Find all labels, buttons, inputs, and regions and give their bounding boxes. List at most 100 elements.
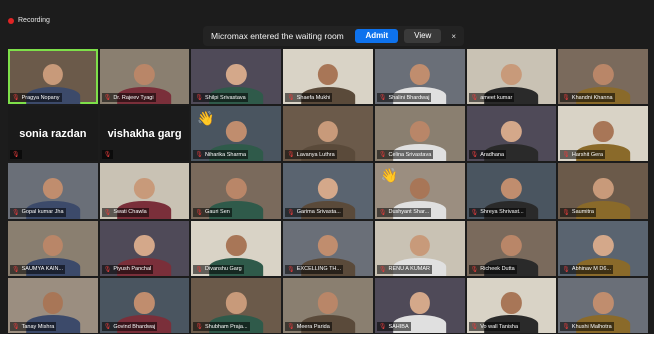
participant-name: RENU A KUMAR: [388, 266, 431, 273]
view-button[interactable]: View: [404, 29, 442, 43]
mic-muted-icon: 🎙: [470, 209, 479, 216]
participant-head: [134, 63, 155, 85]
participant-name: SAHIBA: [388, 323, 409, 330]
mic-muted-icon: 🎙: [287, 152, 295, 159]
participant-name-label: 🎙 Shubham Praja...: [193, 322, 250, 331]
participant-tile[interactable]: 🎙 Meera Parida: [283, 277, 373, 333]
mic-muted-icon: 🎙: [195, 152, 204, 159]
mic-muted-icon: 🎙: [562, 95, 570, 102]
participant-tile[interactable]: 👋 🎙 Niharika Sharma: [191, 106, 282, 162]
participant-tile[interactable]: 🎙 Pragya Nopany: [8, 49, 98, 105]
participant-name: Dr. Rajeev Tyagi: [113, 94, 154, 101]
participant-tile[interactable]: 👋 🎙 Dushyant Shar...: [374, 163, 465, 219]
participant-tile[interactable]: 🎙 Shaefa Mukhi: [283, 49, 373, 105]
mic-muted-icon: 🎙: [470, 266, 479, 273]
participant-tile[interactable]: 🎙 EXCELLING TH...: [283, 220, 373, 276]
mic-muted-icon: 🎙: [12, 152, 20, 159]
participant-head: [592, 292, 614, 314]
participant-tile[interactable]: 🎙 Shilpi Srivastava: [191, 49, 282, 105]
participant-head: [317, 235, 339, 257]
participant-tile[interactable]: 🎙 Celina Srivastava: [374, 106, 465, 162]
raised-hand-icon: 👋: [380, 167, 399, 184]
participant-head: [501, 292, 522, 314]
participant-head: [592, 120, 614, 142]
participant-name: Gopal kumar Jha: [21, 209, 64, 216]
participant-name-label: 🎙 Vo wall Tanisha: [468, 322, 520, 331]
participant-tile[interactable]: 🎙 Harshit Gera: [558, 106, 648, 162]
participant-tile[interactable]: 🎙 Khandni Khanna: [558, 49, 648, 105]
participant-name: Khandni Khanna: [571, 94, 613, 101]
participant-name: Aradhana: [480, 151, 505, 158]
participant-name-label: 🎙 Khandni Khanna: [560, 93, 615, 103]
participant-name: SAUMYA KAIN...: [21, 266, 64, 273]
mic-muted-icon: 🎙: [103, 324, 112, 330]
participant-head: [226, 120, 247, 142]
participant-name: Vo wall Tanisha: [480, 323, 518, 330]
participant-tile[interactable]: 🎙 RENU A KUMAR: [374, 220, 465, 276]
participant-head: [134, 292, 155, 314]
participant-tile[interactable]: 🎙 Govind Bhardwaj: [99, 277, 190, 333]
close-icon[interactable]: ×: [451, 32, 456, 41]
participant-name: Shubham Praja...: [205, 323, 248, 330]
mic-muted-icon: 🎙: [287, 95, 295, 102]
participant-tile[interactable]: 🎙 Garima Srivasta...: [283, 163, 373, 219]
participant-head: [592, 235, 614, 257]
participant-name: Khushi Malhotra: [571, 323, 612, 330]
participant-display-name: vishakha garg: [107, 127, 182, 140]
participant-tile[interactable]: 🎙 Shalini Bhardwaj: [374, 49, 465, 105]
participant-head: [42, 235, 64, 257]
participant-name: Abhinav M D6...: [571, 266, 612, 273]
participant-tile[interactable]: 🎙 Saumitra: [558, 163, 648, 219]
participant-name-label: 🎙 SAUMYA KAIN...: [10, 264, 66, 274]
participant-tile[interactable]: 🎙 SAHIBA: [374, 277, 465, 333]
participant-tile[interactable]: 🎙 ameet kumar: [466, 49, 557, 105]
mic-muted-icon: 🎙: [12, 95, 20, 102]
participant-name-label: 🎙 Meera Parida: [285, 322, 332, 331]
participant-name-label: 🎙 Shreya Shrivast...: [468, 207, 526, 217]
participant-name: Saumitra: [571, 209, 594, 216]
mic-muted-icon: 🎙: [103, 209, 112, 216]
participant-tile[interactable]: 🎙 Khushi Malhotra: [558, 277, 648, 333]
participant-tile[interactable]: 🎙 Piyush Panchal: [99, 220, 190, 276]
participant-tile[interactable]: 🎙 Gauri Sen: [191, 163, 282, 219]
participant-head: [409, 63, 430, 85]
participant-head: [409, 120, 430, 142]
participant-tile[interactable]: 🎙 Aradhana: [466, 106, 557, 162]
participant-head: [501, 177, 522, 200]
recording-indicator: Recording: [8, 17, 50, 24]
participant-name-label: 🎙 Shilpi Srivastava: [193, 93, 248, 103]
participant-tile[interactable]: 🎙 Tanay Mishra: [8, 277, 98, 333]
participant-tile[interactable]: 🎙 Shubham Praja...: [191, 277, 282, 333]
participant-tile[interactable]: 🎙 Abhinav M D6...: [558, 220, 648, 276]
mic-muted-icon: 🎙: [562, 152, 570, 159]
participant-grid: 🎙 Pragya Nopany 🎙 Dr. Rajeev Tyagi 🎙 Shilpi S…: [8, 49, 648, 333]
participant-tile[interactable]: 🎙 Divanshu Garg: [191, 220, 282, 276]
participant-head: [317, 177, 339, 200]
mic-muted-icon: 🎙: [470, 95, 479, 102]
participant-head: [226, 63, 247, 85]
participant-name-label: 🎙 Gauri Sen: [193, 207, 232, 217]
participant-tile[interactable]: vishakha garg 🎙: [99, 106, 190, 162]
participant-name-label: 🎙 Divanshu Garg: [193, 264, 244, 274]
participant-tile[interactable]: 🎙 Lavanya Luthra: [283, 106, 373, 162]
participant-name: Lavanya Luthra: [296, 151, 335, 158]
participant-name: Richeek Dutta: [480, 266, 515, 273]
participant-tile[interactable]: sonia razdan 🎙: [8, 106, 98, 162]
admit-button[interactable]: Admit: [355, 29, 399, 43]
participant-tile[interactable]: 🎙 SAUMYA KAIN...: [8, 220, 98, 276]
participant-name-label: 🎙 Govind Bhardwaj: [101, 322, 158, 331]
mic-muted-icon: 🎙: [287, 209, 295, 216]
participant-tile[interactable]: 🎙 Gopal kumar Jha: [8, 163, 98, 219]
participant-tile[interactable]: 🎙 Richeek Dutta: [466, 220, 557, 276]
participant-name-label: 🎙 Richeek Dutta: [468, 264, 517, 274]
participant-tile[interactable]: 🎙 Dr. Rajeev Tyagi: [99, 49, 190, 105]
participant-head: [409, 292, 430, 314]
participant-name-label: 🎙 Abhinav M D6...: [560, 264, 614, 274]
participant-tile[interactable]: 🎙 Swati Chawla: [99, 163, 190, 219]
mic-muted-icon: 🎙: [12, 324, 20, 330]
participant-tile[interactable]: 🎙 Shreya Shrivast...: [466, 163, 557, 219]
participant-tile[interactable]: 🎙 Vo wall Tanisha: [466, 277, 557, 333]
notification-message: Micromax entered the waiting room: [211, 31, 344, 41]
participant-name-label: 🎙 Garima Srivasta...: [285, 207, 343, 217]
recording-dot-icon: [8, 17, 14, 24]
